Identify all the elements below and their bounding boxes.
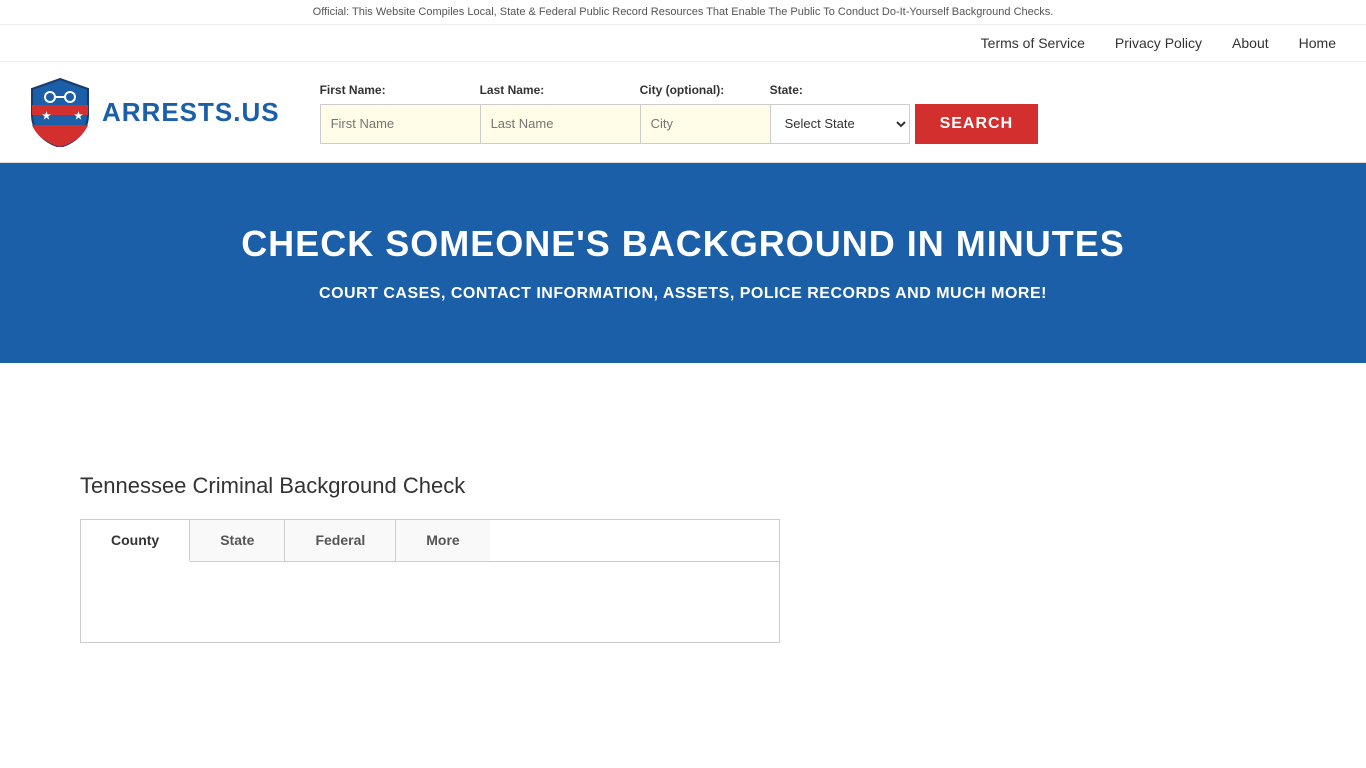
tab-county[interactable]: County xyxy=(81,520,190,562)
hero-section: CHECK SOMEONE'S BACKGROUND IN MINUTES CO… xyxy=(0,163,1366,363)
nav-bar: Terms of Service Privacy Policy About Ho… xyxy=(0,25,1366,62)
logo-shield-icon: ★ ★ xyxy=(30,77,90,147)
last-name-label: Last Name: xyxy=(480,83,545,99)
first-name-label: First Name: xyxy=(320,83,386,99)
tab-federal[interactable]: Federal xyxy=(285,520,396,561)
state-select[interactable]: Select State Alabama Alaska Arizona Arka… xyxy=(770,104,910,144)
logo-text: ARRESTS.US xyxy=(102,97,280,128)
announcement-text: Official: This Website Compiles Local, S… xyxy=(313,6,1054,18)
main-content: Tennessee Criminal Background Check Coun… xyxy=(0,443,1366,673)
search-row: Select State Alabama Alaska Arizona Arka… xyxy=(320,104,1336,144)
svg-text:★: ★ xyxy=(42,111,51,122)
search-area: First Name: Last Name: City (optional): … xyxy=(320,81,1336,144)
about-link[interactable]: About xyxy=(1232,35,1269,51)
header: ★ ★ ARRESTS.US First Name: Last Name: Ci… xyxy=(0,62,1366,163)
city-label: City (optional): xyxy=(640,83,725,99)
terms-link[interactable]: Terms of Service xyxy=(981,35,1085,51)
hero-subtitle: COURT CASES, CONTACT INFORMATION, ASSETS… xyxy=(30,285,1336,303)
svg-text:★: ★ xyxy=(74,111,83,122)
tabs-header: County State Federal More xyxy=(81,520,779,562)
city-input[interactable] xyxy=(640,104,770,144)
hero-title: CHECK SOMEONE'S BACKGROUND IN MINUTES xyxy=(30,223,1336,265)
tab-state[interactable]: State xyxy=(190,520,285,561)
home-link[interactable]: Home xyxy=(1299,35,1336,51)
logo-link[interactable]: ★ ★ ARRESTS.US xyxy=(30,77,280,147)
section-title: Tennessee Criminal Background Check xyxy=(80,473,1286,499)
announcement-bar: Official: This Website Compiles Local, S… xyxy=(0,0,1366,25)
state-label: State: xyxy=(770,83,803,99)
search-button[interactable]: SEARCH xyxy=(915,104,1039,144)
privacy-link[interactable]: Privacy Policy xyxy=(1115,35,1202,51)
tabs-container: County State Federal More xyxy=(80,519,780,643)
tab-content xyxy=(81,562,779,642)
first-name-input[interactable] xyxy=(320,104,480,144)
last-name-input[interactable] xyxy=(480,104,640,144)
tab-more[interactable]: More xyxy=(396,520,489,561)
